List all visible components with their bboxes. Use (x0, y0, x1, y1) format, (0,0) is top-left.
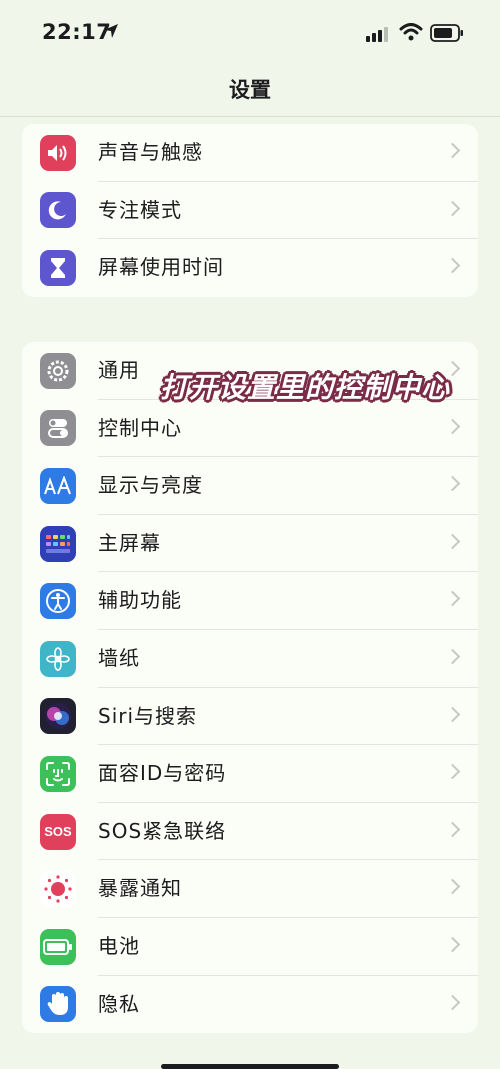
row-label: 隐私 (98, 991, 140, 1016)
row-label: 辅助功能 (98, 588, 182, 613)
settings-row-emergency-sos[interactable]: SOS SOS紧急联络 (22, 803, 478, 861)
settings-row-screen-time[interactable]: 屏幕使用时间 (22, 239, 478, 297)
chevron-right-icon (444, 591, 461, 607)
home-indicator[interactable] (161, 1064, 339, 1069)
row-label: Siri与搜索 (98, 703, 198, 728)
exposure-icon (40, 871, 76, 908)
chevron-right-icon (444, 879, 461, 895)
text-size-icon (40, 467, 76, 504)
faceid-icon (40, 755, 76, 792)
row-label: 屏幕使用时间 (98, 255, 224, 280)
grid-icon (40, 525, 76, 562)
chevron-right-icon (444, 533, 461, 550)
settings-row-wallpaper[interactable]: 墙纸 (22, 630, 478, 688)
sos-icon-text: SOS (44, 824, 72, 840)
battery-icon (40, 928, 76, 965)
chevron-right-icon (444, 706, 461, 722)
settings-row-sounds[interactable]: 声音与触感 (22, 124, 478, 182)
chevron-right-icon (444, 994, 461, 1010)
moon-icon (40, 192, 76, 229)
settings-group-general: 通用 控制中心 显示与亮度 主屏幕 辅助功能 墙纸 Siri与搜索 面容ID与密… (22, 342, 478, 1034)
overlay-caption: 打开设置里的控制中心 (160, 371, 451, 404)
battery-status-icon (430, 24, 464, 46)
chevron-right-icon (444, 648, 461, 665)
siri-icon (40, 698, 76, 735)
row-label: 声音与触感 (98, 140, 203, 164)
wifi-icon (399, 23, 423, 45)
cellular-signal-icon (366, 26, 390, 46)
chevron-right-icon (444, 418, 461, 434)
row-label: 专注模式 (98, 197, 182, 222)
settings-row-siri[interactable]: Siri与搜索 (22, 688, 478, 746)
settings-row-accessibility[interactable]: 辅助功能 (22, 572, 478, 630)
row-label: 显示与亮度 (98, 473, 203, 498)
chevron-right-icon (444, 142, 461, 159)
settings-row-focus[interactable]: 专注模式 (22, 182, 478, 240)
row-label: 控制中心 (98, 415, 182, 440)
accessibility-icon (40, 583, 76, 620)
flower-icon (40, 640, 76, 677)
row-label: SOS紧急联络 (98, 818, 227, 843)
location-arrow-icon (102, 22, 120, 44)
gear-icon (40, 352, 76, 389)
page-title: 设置 (229, 78, 271, 102)
row-label: 面容ID与密码 (98, 761, 227, 786)
chevron-right-icon (444, 763, 461, 780)
hand-icon (40, 986, 76, 1023)
row-label: 暴露通知 (98, 876, 182, 901)
row-label: 墙纸 (98, 645, 140, 670)
speaker-icon (40, 134, 76, 171)
sos-icon: SOS (40, 813, 76, 850)
row-label: 通用 (98, 358, 140, 382)
settings-row-privacy[interactable]: 隐私 (22, 976, 478, 1034)
chevron-right-icon (444, 257, 461, 274)
settings-row-control-center[interactable]: 控制中心 (22, 400, 478, 458)
settings-row-battery[interactable]: 电池 (22, 918, 478, 976)
chevron-right-icon (444, 821, 461, 838)
chevron-right-icon (444, 475, 461, 492)
status-time: 22:17 (42, 20, 112, 44)
settings-row-face-id[interactable]: 面容ID与密码 (22, 745, 478, 803)
status-bar: 22:17 (0, 0, 500, 64)
settings-group-focus: 声音与触感 专注模式 屏幕使用时间 (22, 124, 478, 297)
toggles-icon (40, 410, 76, 447)
hourglass-icon (40, 249, 76, 286)
chevron-right-icon (444, 936, 461, 953)
chevron-right-icon (444, 200, 461, 216)
nav-divider (0, 116, 500, 117)
row-label: 主屏幕 (98, 530, 161, 555)
row-label: 电池 (98, 933, 140, 958)
settings-row-home-screen[interactable]: 主屏幕 (22, 515, 478, 573)
settings-row-exposure[interactable]: 暴露通知 (22, 860, 478, 918)
settings-row-display[interactable]: 显示与亮度 (22, 457, 478, 515)
